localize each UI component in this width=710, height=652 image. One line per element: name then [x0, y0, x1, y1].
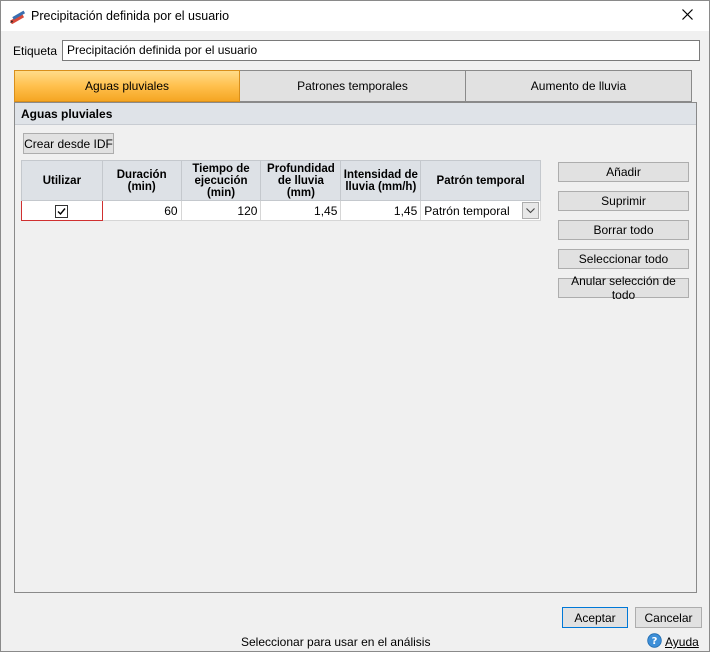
deselect-all-button[interactable]: Anular selección de todo: [558, 274, 689, 302]
close-icon: [681, 9, 693, 23]
header-runtime[interactable]: Tiempo de ejecución (min): [180, 160, 262, 201]
select-all-button[interactable]: Seleccionar todo: [558, 249, 689, 269]
pattern-cell[interactable]: Patrón temporal: [420, 200, 541, 221]
section-title: Aguas pluviales: [15, 103, 696, 125]
table-row: 60 120 1,45 1,45 Patrón temporal: [21, 200, 541, 221]
window-title: Precipitación definida por el usuario: [31, 9, 230, 23]
svg-text:?: ?: [652, 636, 658, 647]
header-duration[interactable]: Duración (min): [101, 160, 182, 201]
runtime-cell[interactable]: 120: [180, 200, 262, 221]
pattern-value: Patrón temporal: [424, 203, 510, 218]
tab-stormwater[interactable]: Aguas pluviales: [14, 70, 240, 102]
header-use[interactable]: Utilizar: [21, 160, 103, 201]
pattern-dropdown-button[interactable]: [522, 202, 539, 219]
header-depth[interactable]: Profundidad de lluvia (mm): [260, 160, 342, 201]
cancel-button[interactable]: Cancelar: [635, 607, 702, 628]
duration-cell[interactable]: 60: [101, 200, 182, 221]
create-from-idf-button[interactable]: Crear desde IDF: [23, 133, 114, 154]
status-text: Seleccionar para usar en el análisis: [241, 635, 431, 649]
help-link[interactable]: ? Ayuda: [647, 633, 699, 651]
chevron-down-icon: [526, 207, 535, 213]
intensity-cell[interactable]: 1,45: [340, 200, 422, 221]
depth-cell[interactable]: 1,45: [260, 200, 342, 221]
tab-strip: Aguas pluviales Patrones temporales Aume…: [14, 70, 692, 102]
close-button[interactable]: [665, 1, 709, 31]
pencil-ruler-icon: [9, 8, 27, 25]
use-cell[interactable]: [21, 200, 103, 221]
tab-time-patterns[interactable]: Patrones temporales: [240, 70, 466, 102]
ok-button[interactable]: Aceptar: [562, 607, 628, 628]
label-caption: Etiqueta: [13, 44, 58, 58]
table-header-row: Utilizar Duración (min) Tiempo de ejecució…: [21, 160, 541, 201]
delete-button[interactable]: Suprimir: [558, 191, 689, 211]
label-input[interactable]: Precipitación definida por el usuario: [62, 40, 700, 61]
stormwater-panel: Aguas pluviales Crear desde IDF Utilizar…: [14, 102, 697, 593]
clear-all-button[interactable]: Borrar todo: [558, 220, 689, 240]
check-icon: [57, 207, 66, 215]
storm-table: Utilizar Duración (min) Tiempo de ejecució…: [21, 160, 541, 221]
add-button[interactable]: Añadir: [558, 162, 689, 182]
header-pattern[interactable]: Patrón temporal: [420, 160, 541, 201]
help-icon: ?: [647, 633, 662, 651]
title-bar: Precipitación definida por el usuario: [1, 1, 709, 31]
use-checkbox[interactable]: [55, 204, 69, 218]
tab-rainfall-increase[interactable]: Aumento de lluvia: [466, 70, 692, 102]
help-label[interactable]: Ayuda: [665, 635, 699, 649]
dialog-window: Precipitación definida por el usuario Et…: [0, 0, 710, 652]
header-intensity[interactable]: Intensidad de lluvia (mm/h): [340, 160, 422, 201]
